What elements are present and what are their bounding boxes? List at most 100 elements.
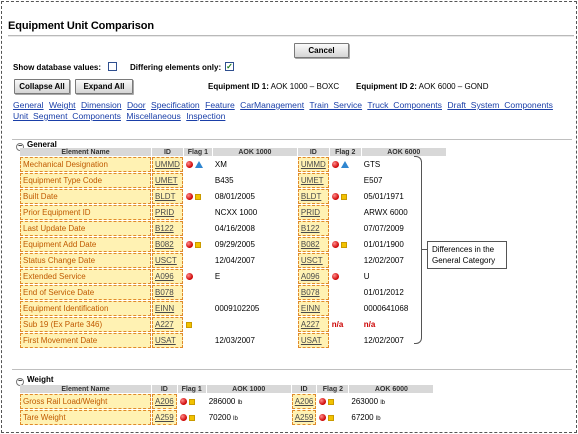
element-id-1[interactable]: EINN <box>152 301 183 316</box>
element-name: Extended Service <box>20 269 151 284</box>
category-link-truck-components[interactable]: Truck_Components <box>367 100 442 110</box>
show-db-values-checkbox[interactable] <box>108 62 117 71</box>
element-id-2[interactable]: USCT <box>297 253 329 268</box>
element-id-1[interactable]: A259 <box>152 410 177 425</box>
category-link-door[interactable]: Door <box>127 100 146 110</box>
red-flag-icon <box>185 273 193 280</box>
column-header-aok2: AOK 6000 <box>349 385 434 393</box>
table-row: Last Update Date B122 04/16/2008 B122 07/07/… <box>20 221 446 236</box>
element-id-1[interactable]: UMMD <box>152 157 183 172</box>
equipment-id-2: Equipment ID 2: AOK 6000 – GOND <box>356 82 488 91</box>
value-text: 01/01/1900 <box>363 240 404 249</box>
category-link-dimension[interactable]: Dimension <box>81 100 122 110</box>
general-differences-brace <box>414 156 422 344</box>
table-header-row: Element Name ID Flag 1 AOK 1000 ID Flag 2 AOK … <box>20 148 446 156</box>
flag-1-cell <box>183 237 212 252</box>
element-id-2[interactable]: UMMD <box>297 157 329 172</box>
element-id-2[interactable]: BLDT <box>297 189 329 204</box>
flag-2-cell <box>329 333 361 348</box>
element-id-1[interactable]: UMET <box>152 173 183 188</box>
aok6000-value: E507 <box>361 173 446 188</box>
aok6000-value: 01/01/2012 <box>361 285 446 300</box>
element-id-2[interactable]: USAT <box>297 333 329 348</box>
element-id-2[interactable]: B082 <box>297 237 329 252</box>
yellow-flag-icon <box>328 415 335 421</box>
column-header-flag2: Flag 2 <box>317 385 349 393</box>
element-id-1[interactable]: USAT <box>152 333 183 348</box>
category-link-general[interactable]: General <box>13 100 44 110</box>
general-comparison-table: Element Name ID Flag 1 AOK 1000 ID Flag 2 AOK … <box>19 147 447 349</box>
value-text: B435 <box>214 176 234 185</box>
category-link-specification[interactable]: Specification <box>151 100 200 110</box>
category-link-draft-system-components[interactable]: Draft_System_Components <box>447 100 553 110</box>
aok1000-value: XM <box>212 157 297 172</box>
general-section-divider <box>12 139 572 140</box>
equipment-id-2-label: Equipment ID 2: <box>356 82 417 91</box>
table-row: Equipment Identification EINN 0009102205 EI… <box>20 301 446 316</box>
element-id-1[interactable]: PRID <box>152 205 183 220</box>
aok6000-value: ARWX 6000 <box>361 205 446 220</box>
category-link-carmanagement[interactable]: CarManagement <box>240 100 304 110</box>
aok6000-value: 67200 lb <box>349 410 434 425</box>
aok6000-value: 07/07/2009 <box>361 221 446 236</box>
differing-only-checkbox[interactable]: ✓ <box>225 62 234 71</box>
differences-callout: Differences in the General Category <box>427 241 507 269</box>
value-text: n/a <box>363 320 376 329</box>
blue-flag-icon <box>340 161 349 168</box>
element-id-2[interactable]: A206 <box>291 394 317 409</box>
unit-text: lb <box>233 416 238 422</box>
aok1000-value: 12/03/2007 <box>212 333 297 348</box>
yellow-flag-icon <box>188 415 195 421</box>
element-id-2[interactable]: UMET <box>297 173 329 188</box>
unit-text: lb <box>237 400 243 406</box>
flag-2-cell <box>329 221 361 236</box>
element-id-1[interactable]: B078 <box>152 285 183 300</box>
value-text: 286000 <box>208 397 236 406</box>
category-link-inspection[interactable]: Inspection <box>186 111 225 121</box>
element-id-2[interactable]: B078 <box>297 285 329 300</box>
weight-comparison-table: Element Name ID Flag 1 AOK 1000 ID Flag 2 AOK … <box>19 384 434 426</box>
flag-2-cell <box>329 189 361 204</box>
red-flag-icon <box>331 193 339 200</box>
column-header-id2: ID <box>297 148 329 156</box>
table-row: Prior Equipment ID PRID NCXX 1000 PRID ARWX … <box>20 205 446 220</box>
value-text: 70200 <box>208 413 231 422</box>
element-id-2[interactable]: EINN <box>297 301 329 316</box>
element-id-2[interactable]: A259 <box>291 410 317 425</box>
aok1000-value: 286000 lb <box>206 394 291 409</box>
red-flag-icon <box>319 414 327 421</box>
element-id-1[interactable]: USCT <box>152 253 183 268</box>
comparison-window: Equipment Unit Comparison Cancel Show da… <box>1 1 577 433</box>
cancel-button[interactable]: Cancel <box>294 43 349 58</box>
element-id-1[interactable]: BLDT <box>152 189 183 204</box>
weight-section-title: Weight <box>27 375 54 384</box>
element-id-1[interactable]: A227 <box>152 317 183 332</box>
flag-1-cell <box>183 221 212 236</box>
element-id-2[interactable]: A227 <box>297 317 329 332</box>
element-name: End of Service Date <box>20 285 151 300</box>
red-flag-icon <box>185 161 193 168</box>
expand-all-button[interactable]: Expand All <box>75 79 133 94</box>
element-id-1[interactable]: B122 <box>152 221 183 236</box>
category-link-weight[interactable]: Weight <box>49 100 76 110</box>
element-id-2[interactable]: B122 <box>297 221 329 236</box>
element-id-2[interactable]: PRID <box>297 205 329 220</box>
category-link-train-service[interactable]: Train_Service <box>309 100 362 110</box>
element-name: Gross Rail Load/Weight <box>20 394 151 409</box>
aok6000-value: n/a <box>361 317 446 332</box>
collapse-all-button[interactable]: Collapse All <box>14 79 70 94</box>
aok6000-value: U <box>361 269 446 284</box>
element-id-1[interactable]: A096 <box>152 269 183 284</box>
category-link-feature[interactable]: Feature <box>205 100 235 110</box>
flag-1-cell <box>183 333 212 348</box>
aok6000-value: 0000641068 <box>361 301 446 316</box>
category-link-unit-segment-components[interactable]: Unit_Segment_Components <box>13 111 121 121</box>
element-id-1[interactable]: A206 <box>152 394 177 409</box>
element-id-1[interactable]: B082 <box>152 237 183 252</box>
value-text: 12/02/2007 <box>363 336 404 345</box>
element-id-2[interactable]: A096 <box>297 269 329 284</box>
red-flag-icon <box>319 398 327 405</box>
yellow-flag-icon <box>194 242 201 248</box>
unit-text: lb <box>380 400 385 406</box>
category-link-miscellaneous[interactable]: Miscellaneous <box>126 111 180 121</box>
